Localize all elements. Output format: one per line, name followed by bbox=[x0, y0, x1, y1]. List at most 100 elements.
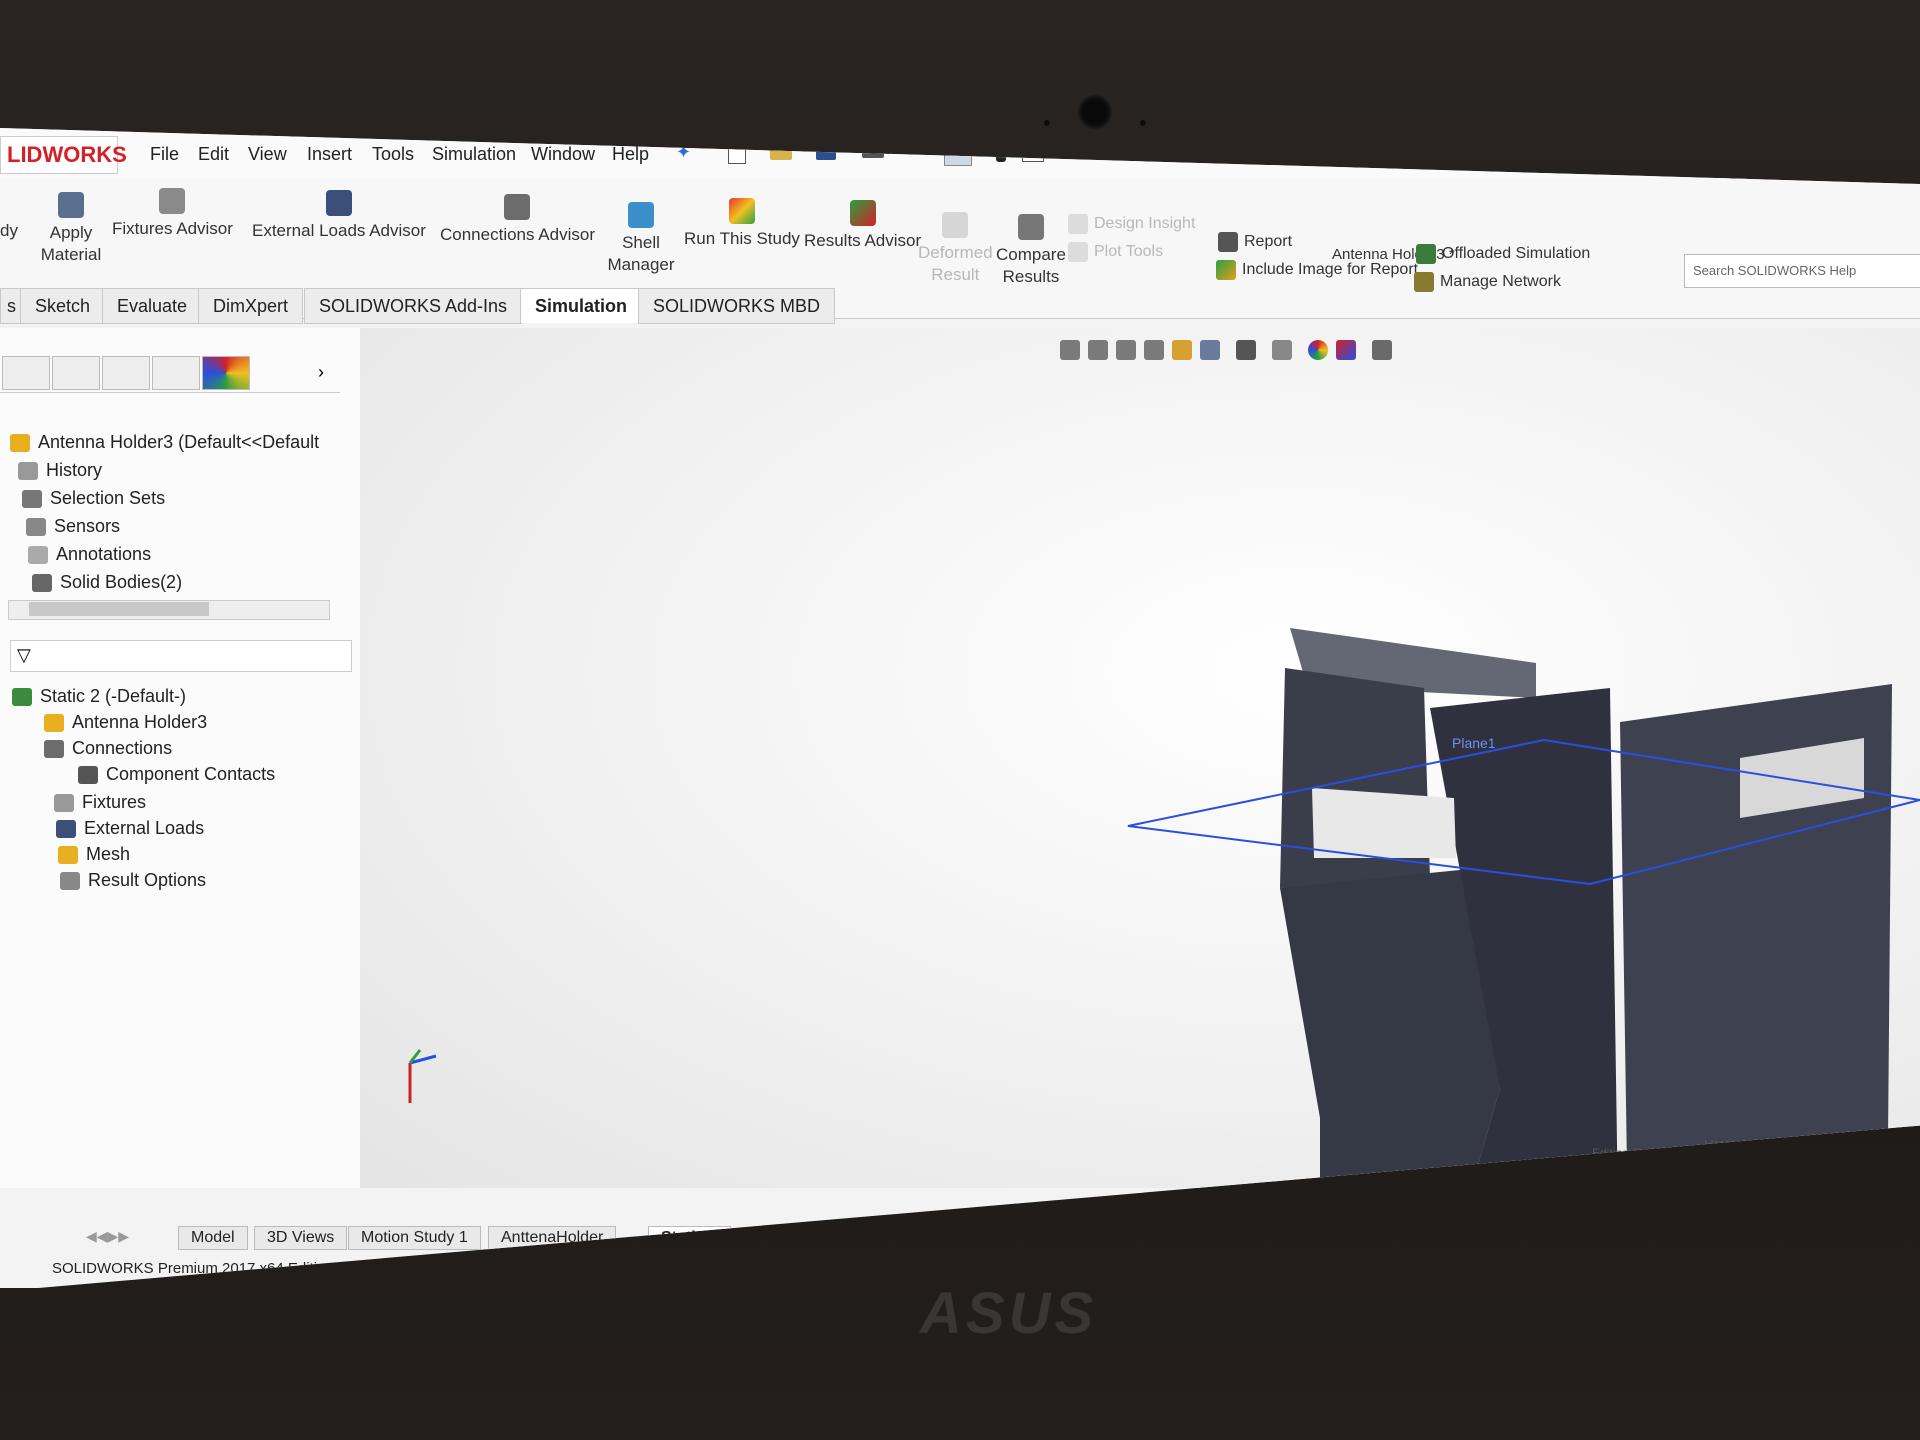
search-help-input[interactable]: Search SOLIDWORKS Help bbox=[1684, 254, 1920, 288]
tab-evaluate[interactable]: Evaluate bbox=[102, 288, 203, 324]
static-study-icon bbox=[12, 688, 32, 707]
plane1-label: Plane1 bbox=[1452, 735, 1496, 751]
tab-scroll-arrows-icon[interactable]: ◀◀▶▶ bbox=[86, 1228, 129, 1245]
tree-item-sensors[interactable]: Sensors bbox=[26, 516, 120, 537]
display-manager-tab[interactable] bbox=[202, 356, 250, 390]
scrollbar-thumb[interactable] bbox=[29, 602, 209, 616]
compare-results-label-2: Results bbox=[1002, 267, 1060, 286]
study-item-fixtures-label: Fixtures bbox=[82, 792, 147, 812]
menu-edit[interactable]: Edit bbox=[198, 144, 229, 165]
menu-file[interactable]: File bbox=[150, 144, 179, 165]
menu-tools[interactable]: Tools bbox=[372, 144, 414, 165]
connections-advisor-button[interactable]: Connections Advisor bbox=[440, 194, 595, 246]
study-item-external-loads[interactable]: External Loads bbox=[56, 818, 204, 839]
deformed-result-button[interactable]: Deformed Result bbox=[918, 212, 993, 286]
tree-item-history-label: History bbox=[46, 460, 103, 480]
study-item-mesh[interactable]: Mesh bbox=[58, 844, 130, 865]
component-contacts-icon bbox=[78, 766, 98, 785]
plot-tools-icon bbox=[1068, 242, 1088, 262]
report-icon bbox=[1218, 232, 1238, 252]
fixtures-advisor-label: Fixtures Advisor bbox=[112, 219, 233, 238]
mesh-icon bbox=[58, 846, 78, 865]
run-this-study-label: Run This Study bbox=[684, 229, 800, 248]
tree-root-part[interactable]: Antenna Holder3 (Default<<Default bbox=[10, 432, 319, 453]
study-item-fixtures[interactable]: Fixtures bbox=[54, 792, 146, 813]
study-item-result-options-label: Result Options bbox=[88, 870, 207, 890]
deformed-result-icon bbox=[942, 212, 969, 238]
apply-material-label-2: Material bbox=[40, 245, 102, 264]
study-item-external-loads-label: External Loads bbox=[84, 818, 205, 838]
design-insight-button[interactable]: Design Insight bbox=[1068, 214, 1195, 234]
dimxpert-manager-tab[interactable] bbox=[152, 356, 200, 390]
laptop-screen: LIDWORKS File Edit View Insert Tools Sim… bbox=[0, 128, 1920, 1288]
feature-manager-tab[interactable] bbox=[2, 356, 50, 390]
filter-icon: ▽ bbox=[17, 645, 31, 665]
part-model: Plane1 bbox=[408, 628, 1920, 1188]
configuration-manager-tab[interactable] bbox=[102, 356, 150, 390]
filter-input[interactable]: ▽ bbox=[10, 640, 352, 672]
tab-sketch[interactable]: Sketch bbox=[20, 288, 106, 324]
horizontal-scrollbar[interactable] bbox=[8, 600, 330, 620]
selection-sets-icon bbox=[22, 490, 42, 509]
connections-advisor-label: Connections Advisor bbox=[440, 225, 595, 244]
offloaded-simulation-label: Offloaded Simulation bbox=[1442, 245, 1591, 263]
annotations-icon bbox=[28, 546, 48, 565]
bezel-sensor bbox=[1140, 120, 1146, 126]
include-image-icon bbox=[1216, 260, 1236, 280]
results-advisor-button[interactable]: Results Advisor bbox=[804, 200, 921, 252]
study-item-component-contacts-label: Component Contacts bbox=[106, 764, 276, 784]
external-loads-advisor-label: External Loads Advisor bbox=[252, 221, 426, 240]
left-window-cutout bbox=[1312, 788, 1456, 858]
study-root-label: Static 2 (-Default-) bbox=[40, 686, 187, 706]
history-icon bbox=[18, 462, 38, 481]
solidworks-logo[interactable]: LIDWORKS bbox=[0, 136, 127, 174]
external-loads-icon bbox=[325, 190, 352, 216]
ribbon-cut-label: dy bbox=[0, 221, 18, 240]
study-root[interactable]: Static 2 (-Default-) bbox=[12, 686, 186, 707]
sensors-icon bbox=[26, 518, 46, 537]
tab-solidworks-mbd[interactable]: SOLIDWORKS MBD bbox=[638, 288, 836, 324]
offloaded-simulation-button[interactable]: Offloaded Simulation bbox=[1416, 244, 1590, 264]
shell-manager-icon bbox=[628, 202, 654, 228]
study-item-connections[interactable]: Connections bbox=[44, 738, 172, 759]
tab-dimxpert[interactable]: DimXpert bbox=[198, 288, 304, 324]
compare-results-button[interactable]: Compare Results bbox=[996, 214, 1066, 288]
bottom-tab-3d-views[interactable]: 3D Views bbox=[254, 1226, 348, 1250]
menu-window[interactable]: Window bbox=[531, 144, 595, 165]
tab-solidworks-add-ins[interactable]: SOLIDWORKS Add-Ins bbox=[304, 288, 523, 324]
chevron-right-icon[interactable]: › bbox=[318, 362, 324, 383]
menu-help[interactable]: Help bbox=[612, 144, 649, 165]
plot-tools-button[interactable]: Plot Tools bbox=[1068, 242, 1163, 262]
compare-results-icon bbox=[1017, 214, 1044, 240]
menu-insert[interactable]: Insert bbox=[307, 144, 352, 165]
menu-view[interactable]: View bbox=[248, 144, 287, 165]
connections-icon bbox=[504, 194, 531, 220]
shell-manager-label-2: Manager bbox=[607, 255, 675, 274]
include-image-button[interactable]: Include Image for Report bbox=[1216, 260, 1418, 280]
tree-item-solid-bodies[interactable]: Solid Bodies(2) bbox=[32, 572, 182, 593]
study-item-antenna-holder[interactable]: Antenna Holder3 bbox=[44, 712, 207, 733]
tab-simulation[interactable]: Simulation bbox=[520, 288, 643, 323]
solid-bodies-icon bbox=[32, 574, 52, 593]
menu-simulation[interactable]: Simulation bbox=[432, 144, 516, 165]
run-study-icon bbox=[728, 198, 755, 224]
study-item-result-options[interactable]: Result Options bbox=[60, 870, 206, 891]
tree-item-annotations[interactable]: Annotations bbox=[28, 544, 151, 565]
fixtures-advisor-button[interactable]: Fixtures Advisor bbox=[112, 188, 233, 240]
external-loads-advisor-button[interactable]: External Loads Advisor bbox=[252, 190, 426, 242]
apply-material-button[interactable]: Apply Material bbox=[36, 192, 106, 266]
study-item-component-contacts[interactable]: Component Contacts bbox=[78, 764, 275, 785]
design-insight-label: Design Insight bbox=[1094, 215, 1196, 233]
run-this-study-button[interactable]: Run This Study bbox=[684, 198, 800, 250]
graphics-area[interactable]: Plane1 Editing Part MMGS bbox=[360, 328, 1920, 1188]
report-button[interactable]: Report bbox=[1218, 232, 1292, 252]
tree-item-history[interactable]: History bbox=[18, 460, 102, 481]
tree-item-selection-sets[interactable]: Selection Sets bbox=[22, 488, 165, 509]
shell-manager-button[interactable]: Shell Manager bbox=[606, 202, 676, 276]
part-icon bbox=[44, 714, 64, 733]
property-manager-tab[interactable] bbox=[52, 356, 100, 390]
fixtures-icon bbox=[159, 188, 186, 214]
tree-item-annotations-label: Annotations bbox=[56, 544, 152, 564]
bottom-tab-model[interactable]: Model bbox=[178, 1226, 248, 1250]
bottom-tab-motion-study-1[interactable]: Motion Study 1 bbox=[348, 1226, 481, 1250]
